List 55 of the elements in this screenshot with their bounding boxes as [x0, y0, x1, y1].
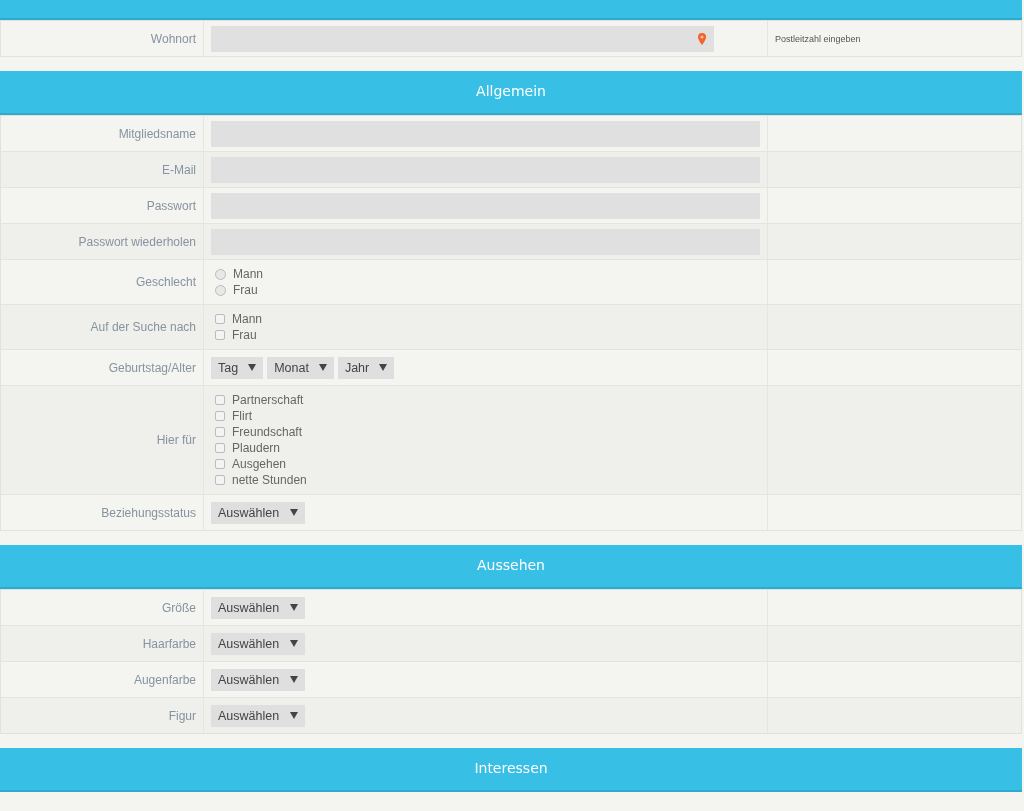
- option-label: Flirt: [232, 409, 252, 423]
- field-label: Auf der Suche nach: [90, 320, 196, 334]
- caret-icon: [290, 676, 298, 683]
- caret-icon: [290, 509, 298, 516]
- checkbox[interactable]: [215, 459, 225, 469]
- field-label: Mitgliedsname: [118, 126, 196, 141]
- field-label: Passwort wiederholen: [78, 234, 196, 249]
- option-label: nette Stunden: [232, 473, 307, 487]
- field-label: Wohnort: [150, 31, 196, 46]
- checkbox[interactable]: [215, 411, 225, 421]
- option-label: Plaudern: [232, 441, 281, 455]
- field-label: Geburtstag/Alter: [108, 360, 196, 375]
- caret-icon: [318, 364, 327, 371]
- input-field[interactable]: [211, 25, 714, 52]
- section-title: Interessen: [474, 760, 548, 776]
- dropdown[interactable]: Auswählen: [211, 501, 305, 524]
- checkbox[interactable]: [215, 427, 225, 437]
- field-label: Geschlecht: [135, 275, 196, 289]
- field-label: Figur: [168, 708, 196, 723]
- checkbox[interactable]: [215, 443, 225, 453]
- section-title: Aussehen: [477, 557, 545, 573]
- field-label: Beziehungsstatus: [101, 505, 196, 520]
- checkbox[interactable]: [215, 395, 225, 405]
- radio-button[interactable]: [215, 284, 226, 296]
- dropdown[interactable]: Auswählen: [211, 668, 305, 691]
- field-label: Augenfarbe: [133, 672, 196, 687]
- checkbox[interactable]: [215, 330, 225, 340]
- option-label: Frau: [233, 283, 258, 297]
- field-label: Haarfarbe: [142, 636, 196, 651]
- radio-button[interactable]: [215, 268, 226, 280]
- dropdown[interactable]: Tag: [211, 356, 264, 379]
- field-label: Größe: [162, 600, 196, 615]
- field-label: Passwort: [146, 198, 196, 213]
- caret-icon: [248, 364, 257, 371]
- caret-icon: [290, 604, 298, 611]
- option-label: Partnerschaft: [232, 393, 304, 407]
- caret-icon: [379, 364, 388, 371]
- dropdown[interactable]: Monat: [267, 356, 334, 379]
- option-label: Freundschaft: [232, 425, 303, 439]
- hint-text: Postleitzahl eingeben: [775, 33, 861, 44]
- section-title: Allgemein: [476, 83, 546, 99]
- option-label: Frau: [232, 328, 257, 342]
- field-label: E-Mail: [162, 162, 196, 177]
- caret-icon: [290, 712, 298, 719]
- dropdown[interactable]: Auswählen: [211, 632, 305, 655]
- option-label: Ausgehen: [232, 457, 287, 471]
- option-label: Mann: [232, 312, 263, 326]
- dropdown[interactable]: Auswählen: [211, 596, 305, 619]
- option-label: Mann: [233, 267, 264, 281]
- checkbox[interactable]: [215, 314, 225, 324]
- dropdown[interactable]: Jahr: [337, 356, 395, 379]
- checkbox[interactable]: [215, 475, 225, 485]
- caret-icon: [290, 640, 298, 647]
- field-label: Hier für: [156, 433, 196, 447]
- dropdown[interactable]: Auswählen: [211, 704, 305, 727]
